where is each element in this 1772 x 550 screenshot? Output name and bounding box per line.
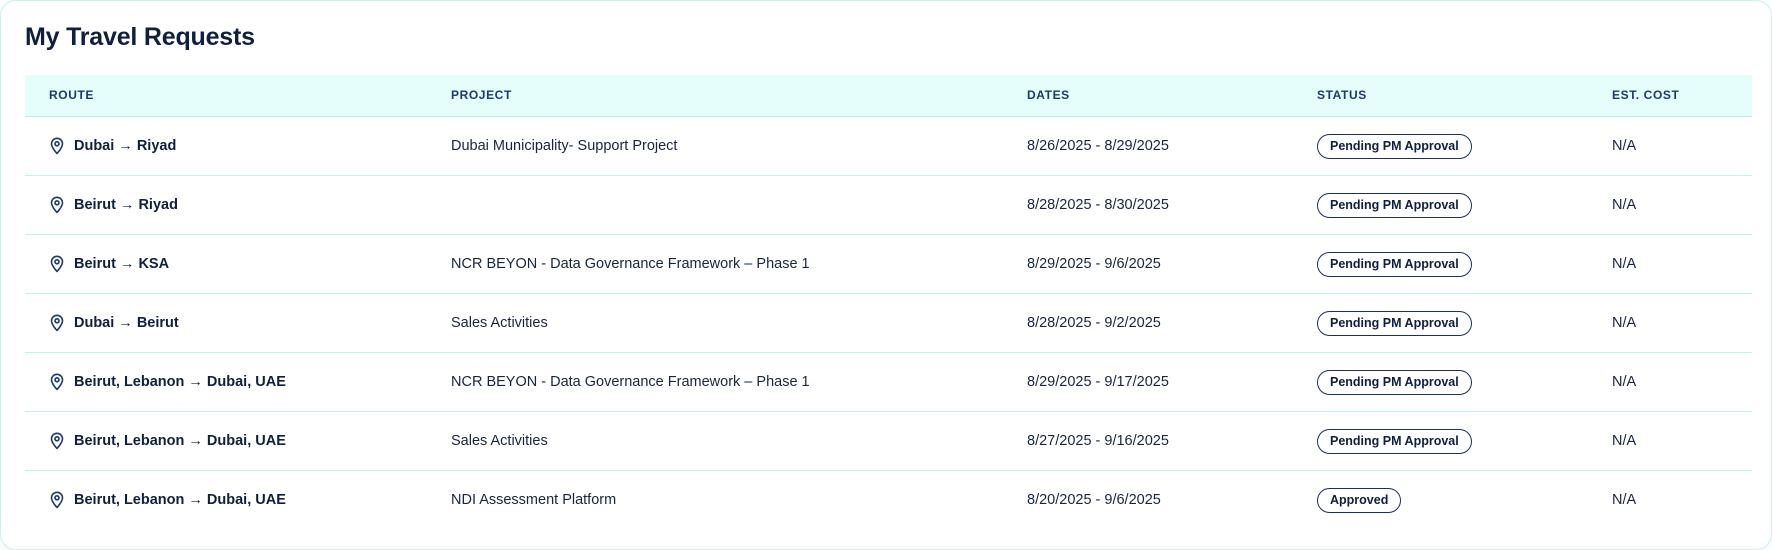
dates-cell: 8/28/2025 - 8/30/2025 [1027,197,1169,213]
route-text: Beirut, Lebanon → Dubai, UAE [74,492,286,508]
status-cell: Pending PM Approval [1317,412,1472,470]
project-cell: Sales Activities [451,433,548,449]
route-text: Beirut, Lebanon → Dubai, UAE [74,374,286,390]
project-cell: Sales Activities [451,315,548,331]
status-cell: Pending PM Approval [1317,117,1472,175]
travel-requests-card: My Travel Requests ROUTE PROJECT DATES S… [0,0,1772,550]
route-cell: Dubai → Beirut [49,294,179,352]
route-text: Beirut, Lebanon → Dubai, UAE [74,433,286,449]
est-cost-cell: N/A [1612,256,1637,272]
route-cell: Beirut → Riyad [49,176,178,234]
project-cell: NCR BEYON - Data Governance Framework – … [451,374,810,390]
table-row[interactable]: Beirut → KSA NCR BEYON - Data Governance… [25,235,1752,294]
map-pin-icon [50,373,64,391]
status-badge: Pending PM Approval [1317,369,1472,395]
dates-cell: 8/27/2025 - 9/16/2025 [1027,433,1169,449]
dates-cell: 8/28/2025 - 9/2/2025 [1027,315,1161,331]
route-text: Beirut → KSA [74,256,170,272]
est-cost-cell: N/A [1612,433,1637,449]
map-pin-icon [50,196,64,214]
est-cost-cell: N/A [1612,492,1637,508]
route-text: Beirut → Riyad [74,197,178,213]
route-cell: Dubai → Riyad [49,117,176,175]
project-cell: Dubai Municipality- Support Project [451,138,678,154]
column-header-route: ROUTE [49,88,94,102]
route-cell: Beirut, Lebanon → Dubai, UAE [49,353,286,411]
status-badge: Pending PM Approval [1317,133,1472,159]
est-cost-cell: N/A [1612,197,1637,213]
map-pin-icon [50,432,64,450]
column-header-project: PROJECT [451,88,512,102]
status-cell: Pending PM Approval [1317,235,1472,293]
page-title: My Travel Requests [25,23,255,51]
route-cell: Beirut → KSA [49,235,169,293]
column-header-est-cost: EST. COST [1612,88,1680,102]
table-row[interactable]: Beirut → Riyad 8/28/2025 - 8/30/2025 Pen… [25,176,1752,235]
est-cost-cell: N/A [1612,374,1637,390]
map-pin-icon [50,137,64,155]
status-badge: Pending PM Approval [1317,192,1472,218]
route-cell: Beirut, Lebanon → Dubai, UAE [49,412,286,470]
column-header-status: STATUS [1317,88,1367,102]
est-cost-cell: N/A [1612,138,1637,154]
table-row[interactable]: Beirut, Lebanon → Dubai, UAE NDI Assessm… [25,471,1752,529]
travel-requests-table: ROUTE PROJECT DATES STATUS EST. COST Dub… [25,75,1752,529]
map-pin-icon [50,255,64,273]
dates-cell: 8/29/2025 - 9/6/2025 [1027,256,1161,272]
dates-cell: 8/20/2025 - 9/6/2025 [1027,492,1161,508]
status-badge: Approved [1317,487,1402,513]
table-row[interactable]: Dubai → Beirut Sales Activities 8/28/202… [25,294,1752,353]
dates-cell: 8/26/2025 - 8/29/2025 [1027,138,1169,154]
status-cell: Pending PM Approval [1317,353,1472,411]
project-cell: NCR BEYON - Data Governance Framework – … [451,256,810,272]
map-pin-icon [50,491,64,509]
route-text: Dubai → Riyad [74,138,177,154]
status-badge: Pending PM Approval [1317,428,1472,454]
est-cost-cell: N/A [1612,315,1637,331]
route-text: Dubai → Beirut [74,315,179,331]
table-row[interactable]: Dubai → Riyad Dubai Municipality- Suppor… [25,117,1752,176]
dates-cell: 8/29/2025 - 9/17/2025 [1027,374,1169,390]
status-badge: Pending PM Approval [1317,310,1472,336]
column-header-dates: DATES [1027,88,1070,102]
status-badge: Pending PM Approval [1317,251,1472,277]
status-cell: Pending PM Approval [1317,294,1472,352]
route-cell: Beirut, Lebanon → Dubai, UAE [49,471,286,529]
project-cell: NDI Assessment Platform [451,492,617,508]
table-row[interactable]: Beirut, Lebanon → Dubai, UAE Sales Activ… [25,412,1752,471]
table-header: ROUTE PROJECT DATES STATUS EST. COST [25,75,1752,117]
map-pin-icon [50,314,64,332]
status-cell: Pending PM Approval [1317,176,1472,234]
table-row[interactable]: Beirut, Lebanon → Dubai, UAE NCR BEYON -… [25,353,1752,412]
status-cell: Approved [1317,471,1402,529]
